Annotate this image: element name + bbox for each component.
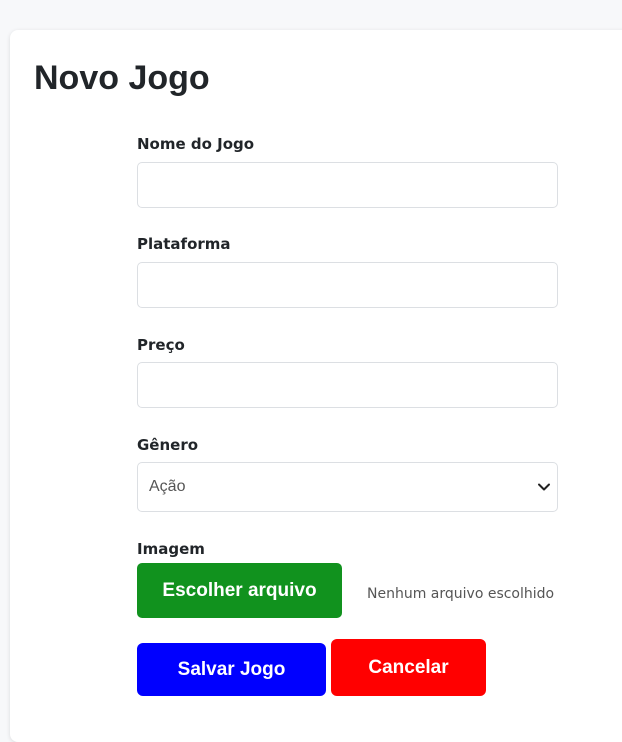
- image-label: Imagem: [137, 540, 205, 558]
- choose-file-button[interactable]: Escolher arquivo: [137, 563, 342, 618]
- cancel-button[interactable]: Cancelar: [331, 639, 486, 696]
- file-status-text: Nenhum arquivo escolhido: [367, 586, 555, 602]
- genre-selected-value: Ação: [149, 478, 186, 495]
- chevron-down-icon: [538, 483, 550, 491]
- save-game-button[interactable]: Salvar Jogo: [137, 643, 326, 696]
- platform-input[interactable]: [137, 262, 558, 308]
- form-card: Novo Jogo Nome do Jogo Plataforma Preço …: [10, 30, 622, 742]
- price-label: Preço: [137, 336, 185, 354]
- genre-label: Gênero: [137, 436, 199, 454]
- page-title: Novo Jogo: [34, 59, 210, 97]
- price-input[interactable]: [137, 362, 558, 408]
- genre-select[interactable]: Ação: [137, 462, 558, 512]
- game-name-input[interactable]: [137, 162, 558, 208]
- platform-label: Plataforma: [137, 235, 231, 253]
- name-label: Nome do Jogo: [137, 135, 255, 153]
